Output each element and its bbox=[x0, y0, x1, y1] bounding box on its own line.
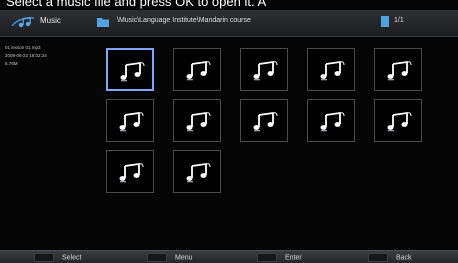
file-size: 5.76M bbox=[5, 61, 18, 66]
music-file-tile[interactable] bbox=[374, 99, 422, 142]
file-name: 01 lesson 01.mp3 bbox=[5, 45, 41, 50]
file-date: 2009-06-22 18:02:24 bbox=[5, 53, 47, 58]
music-note-icon bbox=[186, 162, 211, 183]
enter-key-icon bbox=[257, 253, 277, 262]
music-note-icon bbox=[320, 111, 345, 132]
select-key-icon bbox=[34, 253, 54, 262]
music-file-tile[interactable] bbox=[307, 99, 355, 142]
music-file-tile[interactable] bbox=[240, 99, 288, 142]
file-info-panel: 01 lesson 01.mp3 2009-06-22 18:02:24 5.7… bbox=[5, 44, 47, 68]
music-note-icon bbox=[186, 111, 211, 132]
music-file-tile[interactable] bbox=[106, 150, 154, 193]
music-note-icon bbox=[253, 111, 278, 132]
music-note-icon bbox=[253, 60, 278, 81]
page-indicator-icon bbox=[381, 16, 389, 27]
music-note-icon bbox=[387, 60, 412, 81]
music-app-icon bbox=[11, 16, 35, 28]
menu-hint-label: Menu bbox=[175, 254, 193, 262]
music-file-tile[interactable] bbox=[106, 99, 154, 142]
menu-hint[interactable]: Menu bbox=[147, 253, 193, 262]
music-note-icon bbox=[186, 60, 211, 81]
music-file-tile[interactable] bbox=[374, 48, 422, 91]
back-hint-label: Back bbox=[396, 254, 412, 262]
music-file-tile[interactable] bbox=[173, 48, 221, 91]
music-file-tile[interactable] bbox=[307, 48, 355, 91]
music-note-icon bbox=[119, 162, 144, 183]
music-note-icon bbox=[119, 111, 144, 132]
select-hint[interactable]: Select bbox=[34, 253, 81, 262]
music-file-tile[interactable] bbox=[173, 99, 221, 142]
music-file-tile[interactable] bbox=[240, 48, 288, 91]
folder-path: \Music\Language Institute\Mandarin cours… bbox=[117, 17, 251, 24]
top-bar: Music \Music\Language Institute\Mandarin… bbox=[0, 10, 458, 37]
page-counter: 1/1 bbox=[394, 17, 404, 24]
enter-hint[interactable]: Enter bbox=[257, 253, 302, 262]
music-file-tile[interactable] bbox=[173, 150, 221, 193]
music-note-icon bbox=[387, 111, 412, 132]
back-hint[interactable]: Back bbox=[368, 253, 412, 262]
enter-hint-label: Enter bbox=[285, 254, 302, 262]
folder-icon bbox=[97, 18, 109, 27]
music-note-icon bbox=[320, 60, 345, 81]
app-title: Music bbox=[40, 16, 61, 25]
select-hint-label: Select bbox=[62, 254, 82, 262]
music-note-icon bbox=[120, 61, 145, 82]
menu-key-icon bbox=[147, 253, 167, 262]
music-file-tile[interactable] bbox=[106, 48, 154, 91]
bottom-hint-bar: Select Menu Enter Back bbox=[0, 250, 458, 263]
top-instruction-text: Select a music file and press OK to open… bbox=[6, 0, 267, 9]
back-key-icon bbox=[368, 253, 388, 262]
